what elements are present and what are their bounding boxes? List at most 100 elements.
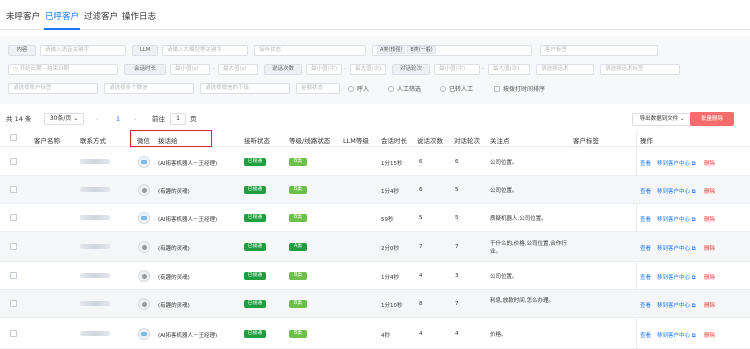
row-checkbox[interactable] — [10, 272, 17, 279]
llm-input[interactable]: 请输入大模型等关键字 — [162, 45, 248, 56]
view-link[interactable]: 查看 — [640, 215, 651, 223]
col-focus: 关注点 — [490, 137, 510, 145]
customer-tag-select[interactable]: 客户标签 — [540, 45, 658, 56]
focus-text: 公司位置。 — [490, 188, 518, 194]
row-checkbox[interactable] — [10, 186, 17, 193]
connect-status-select[interactable]: 接听状态 — [254, 45, 366, 56]
view-link[interactable]: 查看 — [640, 301, 651, 309]
col-actions: 操作 — [640, 137, 653, 145]
rounds-min-input[interactable]: 最小值(次) — [434, 64, 480, 75]
view-link[interactable]: 查看 — [640, 187, 651, 195]
row-checkbox[interactable] — [10, 243, 17, 250]
duration-text: 59秒 — [381, 217, 394, 223]
prev-page-icon[interactable]: ‹ — [96, 114, 99, 125]
view-link[interactable]: 查看 — [640, 244, 651, 252]
count-text: 6 — [419, 187, 423, 193]
row-checkbox[interactable] — [10, 329, 17, 337]
radio-icon — [440, 86, 446, 92]
wechat-sub-select[interactable]: 请选择微信的下级 — [200, 83, 290, 94]
count-text: 8 — [419, 301, 423, 307]
level-tag[interactable]: B类(一般) — [407, 46, 436, 54]
rounds-max-input[interactable]: 最大值(次) — [488, 64, 530, 75]
check-added[interactable]: 已转人工 — [440, 84, 473, 95]
count-max-input[interactable]: 最大值(次) — [350, 64, 386, 75]
tab-oplog[interactable]: 操作日志 — [122, 10, 156, 22]
date-range-picker[interactable]: ◷ 开始日期 - 结束日期 — [8, 64, 118, 75]
count-label: 说话次数 — [264, 64, 302, 75]
level-tag[interactable]: A类(较强) — [377, 46, 406, 54]
view-link[interactable]: 查看 — [640, 273, 651, 281]
move-to-center-link[interactable]: 移到客户中心 ⧉ — [657, 301, 696, 310]
delete-link[interactable]: 删除 — [704, 244, 715, 252]
range-dash: - — [482, 66, 484, 72]
connect-status-badge: 已接通 — [244, 300, 266, 308]
batch-delete-button[interactable]: 批量删除 — [690, 112, 734, 126]
table-row: (AI拓客机器人－王经理) 已接通 B类 59秒 5 5 质疑机器人,公司位置。 查看 移到客户… — [0, 204, 750, 232]
col-customer-name: 客户名称 — [34, 137, 60, 145]
count-text: 5 — [419, 215, 423, 221]
count-min-input[interactable]: 最小值(次) — [306, 64, 342, 75]
robot-avatar — [138, 156, 150, 168]
level-badge: B类 — [289, 329, 307, 338]
move-to-center-link[interactable]: 移到客户中心 ⧉ — [657, 273, 696, 282]
current-page[interactable]: 1 — [116, 114, 120, 125]
check-called[interactable]: 呼入 — [348, 84, 369, 95]
amount-status-select[interactable]: 金额状态 — [296, 83, 340, 94]
duration-text: 1分4秒 — [381, 189, 399, 195]
duration-max-input[interactable]: 最大值(s) — [218, 64, 258, 75]
move-to-center-link[interactable]: 移到客户中心 ⧉ — [657, 331, 696, 340]
view-link[interactable]: 查看 — [640, 331, 651, 339]
external-link-icon: ⧉ — [691, 246, 696, 252]
tab-uncalled[interactable]: 未呼客户 — [6, 10, 40, 22]
content-input[interactable]: 请输入语音关键字 — [40, 45, 126, 56]
focus-text: 公司位置。 — [490, 160, 518, 166]
move-to-center-link[interactable]: 移到客户中心 ⧉ — [657, 187, 696, 196]
page-size-select[interactable]: 30条/页 ⌄ — [44, 113, 84, 125]
external-link-icon: ⧉ — [691, 189, 696, 195]
row-checkbox[interactable] — [10, 300, 17, 307]
next-page-icon[interactable]: › — [134, 114, 137, 125]
script-select[interactable]: 请选择话术 — [536, 64, 594, 75]
person-avatar — [138, 184, 150, 196]
check-manual[interactable]: 人工筛选 — [388, 84, 421, 95]
script-tag-select[interactable]: 请选择话术标签 — [600, 64, 680, 75]
row-checkbox[interactable] — [10, 158, 17, 165]
select-all-checkbox[interactable] — [10, 134, 17, 141]
view-link[interactable]: 查看 — [640, 159, 651, 167]
goto-input[interactable]: 1 — [170, 113, 186, 125]
focus-text: 利息,放款时间,怎么办理。 — [490, 298, 554, 304]
move-to-center-link[interactable]: 移到客户中心 ⧉ — [657, 159, 696, 168]
duration-text: 1分4秒 — [381, 275, 399, 281]
tab-filtered[interactable]: 过滤客户 — [84, 10, 118, 22]
tab-called[interactable]: 已呼客户 — [45, 10, 79, 22]
delete-link[interactable]: 删除 — [704, 187, 715, 195]
table-row: (有趣的灵魂) 已接通 B类 1分10秒 8 7 利息,放款时间,怎么办理。 查看 移到客户中心… — [0, 290, 750, 318]
level-multi-select[interactable]: A类(较强) B类(一般) — [372, 45, 532, 56]
focus-text: 干什么的,价格,公司位置,合作行业。 — [490, 241, 567, 255]
delete-link[interactable]: 删除 — [704, 273, 715, 281]
row-checkbox[interactable] — [10, 214, 17, 221]
check-sort[interactable]: 按拨打时间排序 — [494, 84, 545, 95]
delete-link[interactable]: 删除 — [704, 331, 715, 339]
table-row: (有趣的灵魂) 已接通 A类 2分0秒 7 7 干什么的,价格,公司位置,合作行业。 查看 移到… — [0, 232, 750, 262]
table-row: (有趣的灵魂) 已接通 B类 1分4秒 6 5 公司位置。 查看 移到客户中心 ⧉ 删除 — [0, 176, 750, 204]
rounds-label: 对话轮次 — [392, 64, 430, 75]
move-to-center-link[interactable]: 移到客户中心 ⧉ — [657, 215, 696, 224]
duration-text: 1分15秒 — [381, 161, 403, 167]
goto-label: 前往 — [152, 115, 165, 123]
masked-phone — [80, 301, 110, 306]
start-date: 开始日期 — [19, 66, 42, 72]
wechat-multi-select[interactable]: 请选择多个微信 — [104, 83, 194, 94]
delete-link[interactable]: 删除 — [704, 159, 715, 167]
export-button[interactable]: 导出数据到文件 ⌄ — [632, 113, 692, 126]
account-tag-select[interactable]: 请选择账户标签 — [8, 83, 98, 94]
active-tab-indicator — [44, 28, 80, 30]
table-row: (有趣的灵魂) 已接通 B类 1分4秒 4 3 公司位置。 查看 移到客户中心 ⧉ 删除 — [0, 262, 750, 290]
masked-phone — [80, 273, 110, 278]
delete-link[interactable]: 删除 — [704, 215, 715, 223]
duration-min-input[interactable]: 最小值(s) — [170, 64, 210, 75]
dial-to-text: (AI拓客机器人－王经理) — [158, 161, 218, 167]
delete-link[interactable]: 删除 — [704, 301, 715, 309]
move-to-center-link[interactable]: 移到客户中心 ⧉ — [657, 244, 696, 253]
connect-status-badge: 已接通 — [244, 243, 266, 251]
